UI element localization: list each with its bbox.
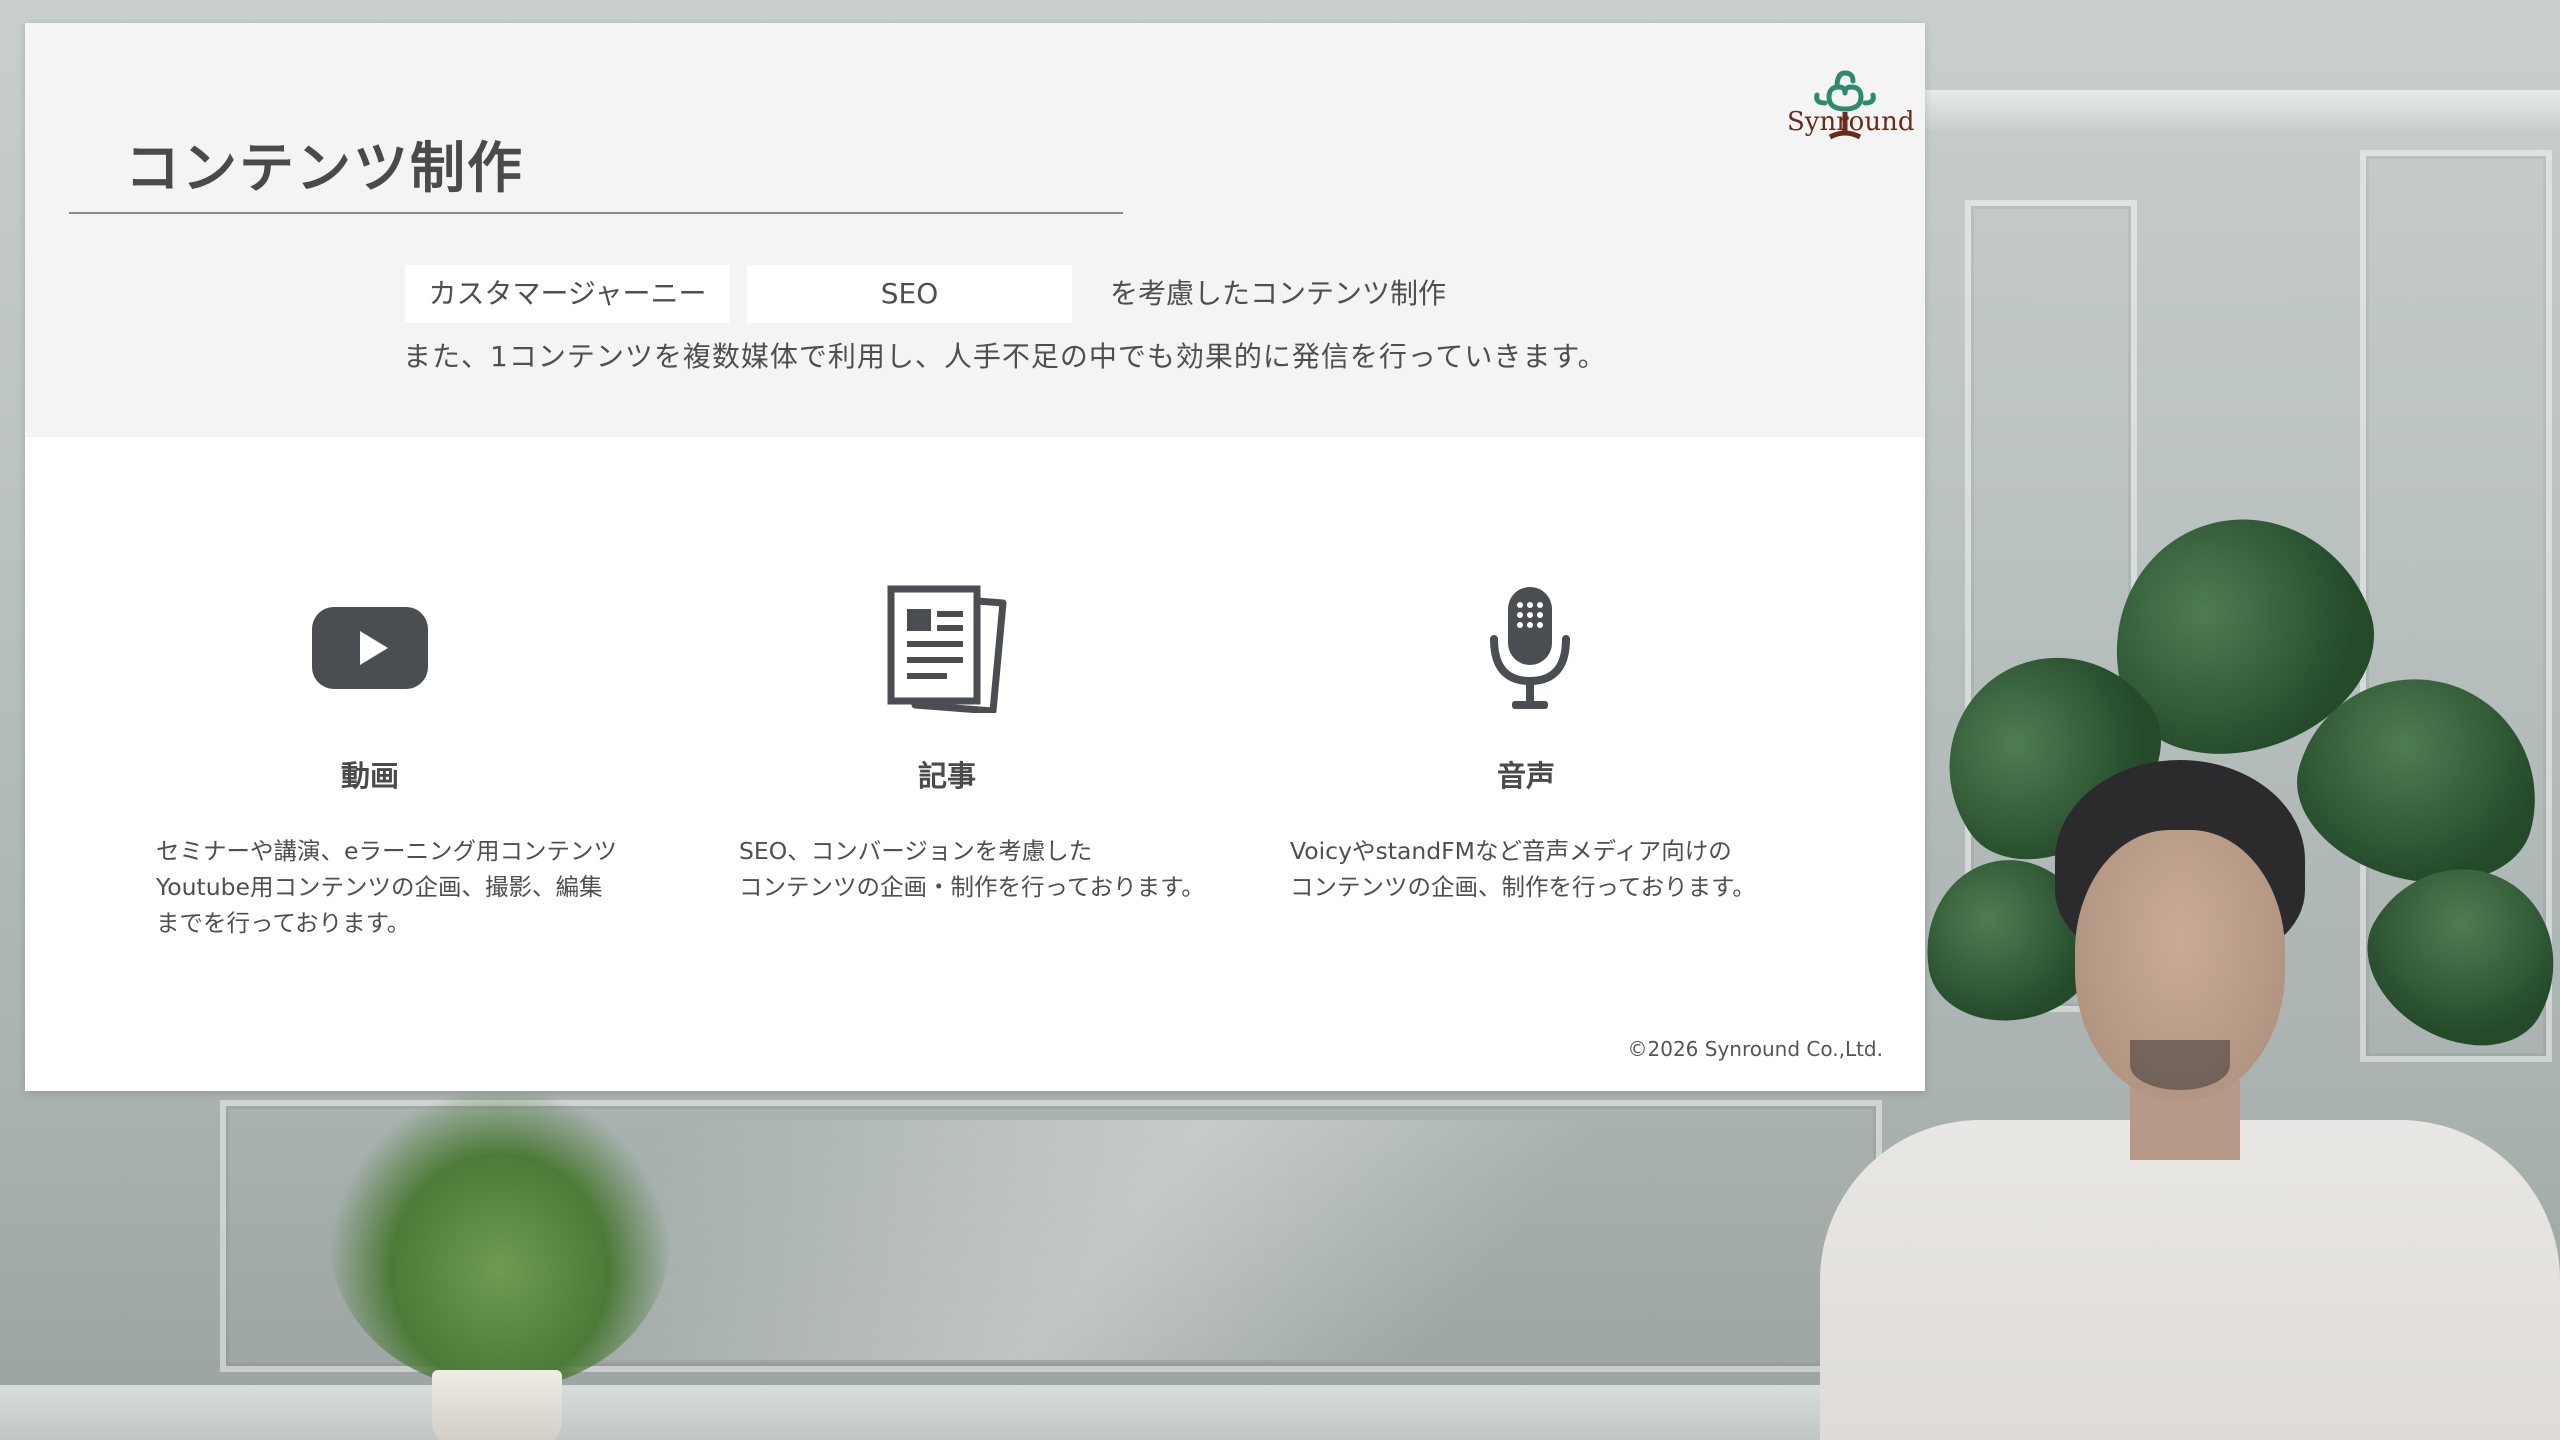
desc-line: セミナーや講演、eラーニング用コンテンツ xyxy=(156,837,617,865)
column-desc-article: SEO、コンバージョンを考慮した コンテンツの企画・制作を行っております。 xyxy=(739,833,1205,905)
light-streak xyxy=(530,1120,1970,1360)
column-desc-audio: VoicyやstandFMなど音声メディア向けの コンテンツの企画、制作を行って… xyxy=(1290,833,1756,905)
fern-plant xyxy=(330,1090,670,1390)
tag-suffix-text: を考慮したコンテンツ制作 xyxy=(1110,277,1447,310)
desc-line: コンテンツの企画・制作を行っております。 xyxy=(739,873,1205,901)
tag-seo: SEO xyxy=(747,265,1072,323)
desc-line: までを行っております。 xyxy=(156,909,411,937)
plant-pot xyxy=(432,1370,562,1440)
desc-line: SEO、コンバージョンを考慮した xyxy=(739,837,1093,865)
title-underline xyxy=(69,212,1123,214)
youtube-play-icon xyxy=(312,607,428,689)
logo-wordmark: Synround xyxy=(1787,107,1915,137)
presenter-beard xyxy=(2130,1040,2230,1090)
crown-molding xyxy=(1925,90,2560,130)
column-heading-audio: 音声 xyxy=(1496,759,1555,793)
presentation-slide: コンテンツ制作 Synround カスタマージャーニー SEO を考慮したコンテ… xyxy=(25,23,1925,1091)
video-scene: コンテンツ制作 Synround カスタマージャーニー SEO を考慮したコンテ… xyxy=(0,0,2560,1440)
desc-line: VoicyやstandFMなど音声メディア向けの xyxy=(1290,837,1732,865)
desc-line: Youtube用コンテンツの企画、撮影、編集 xyxy=(156,873,603,901)
column-desc-video: セミナーや講演、eラーニング用コンテンツ Youtube用コンテンツの企画、撮影… xyxy=(156,833,617,941)
intro-text: また、1コンテンツを複数媒体で利用し、人手不足の中でも効果的に発信を行っていきま… xyxy=(403,340,1607,373)
presenter-shirt xyxy=(1820,1120,2560,1440)
slide-title: コンテンツ制作 xyxy=(125,136,525,200)
desc-line: コンテンツの企画、制作を行っております。 xyxy=(1290,873,1756,901)
tag-customer-journey: カスタマージャーニー xyxy=(405,265,730,323)
microphone-icon xyxy=(1490,587,1570,709)
column-heading-video: 動画 xyxy=(340,759,399,793)
article-document-icon xyxy=(887,585,1007,713)
presenter-video xyxy=(1820,760,2560,1440)
column-heading-article: 記事 xyxy=(917,759,976,793)
